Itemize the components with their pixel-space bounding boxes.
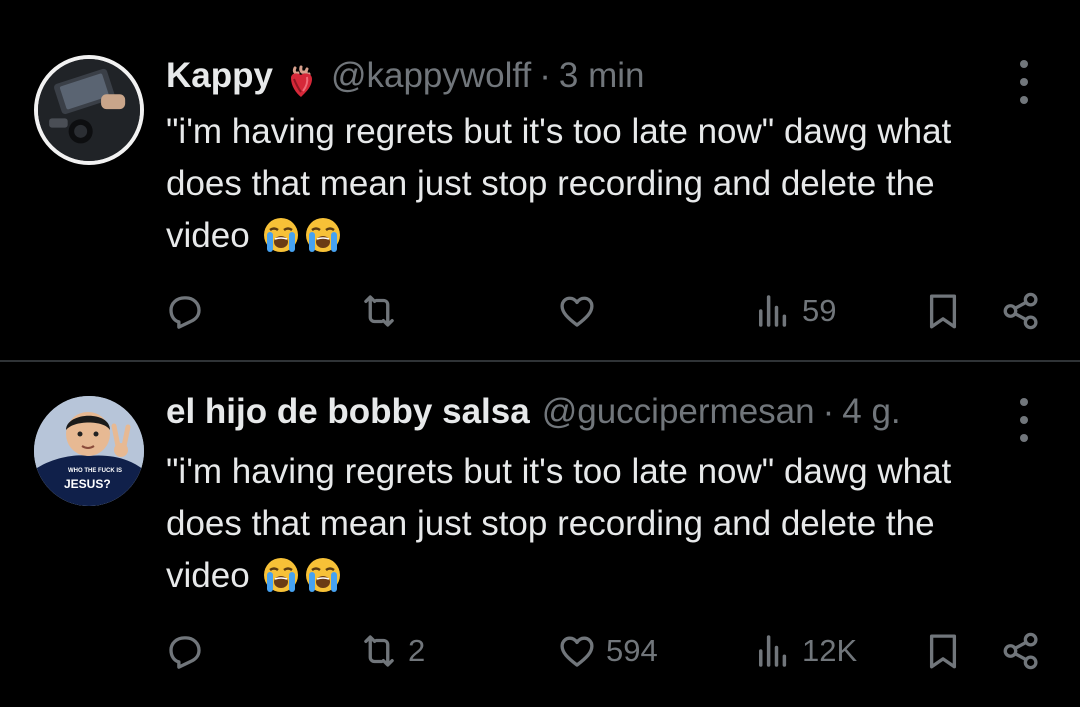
tweet-text: "i'm having regrets but it's too late no… — [166, 106, 986, 262]
separator-dot: · — [822, 392, 835, 431]
view-count: 12K — [802, 633, 858, 668]
repost-button[interactable] — [358, 286, 408, 336]
tweet[interactable]: WHO THE FUCK IS JESUS? el hijo de bobby … — [0, 362, 1080, 707]
tweet-header: Kappy @kappywolff · 3 min — [166, 56, 644, 108]
share-button[interactable] — [1000, 626, 1042, 676]
like-button[interactable]: 594 — [556, 626, 658, 676]
views-icon — [759, 635, 787, 667]
more-options-icon[interactable] — [1010, 398, 1038, 442]
separator-dot: · — [539, 56, 551, 95]
view-count: 59 — [802, 293, 837, 328]
views-button[interactable]: 59 — [752, 286, 836, 336]
anatomical-heart-emoji — [290, 65, 312, 97]
repost-icon — [364, 635, 394, 667]
tweet-actions: 2 594 12K — [0, 626, 1080, 676]
avatar-photo: WHO THE FUCK IS JESUS? — [34, 396, 144, 506]
views-icon — [759, 295, 787, 327]
loudly-crying-face-emoji — [306, 558, 341, 592]
share-icon — [1003, 292, 1038, 330]
reply-button[interactable] — [164, 286, 214, 336]
heart-icon — [560, 296, 594, 327]
more-options-icon[interactable] — [1010, 60, 1038, 104]
avatar-photo — [38, 59, 140, 161]
avatar[interactable] — [34, 55, 144, 165]
avatar-shirt-text: JESUS? — [64, 477, 111, 491]
like-button[interactable] — [556, 286, 606, 336]
repost-icon — [364, 295, 394, 327]
display-name[interactable]: el hijo de bobby salsa — [166, 392, 530, 432]
tweet[interactable]: Kappy @kappywolff · 3 min "i'm having re… — [0, 0, 1080, 360]
bookmark-button[interactable] — [922, 626, 964, 676]
loudly-crying-face-emoji — [306, 218, 341, 252]
user-handle[interactable]: @guccipermesan — [542, 392, 815, 432]
share-icon — [1003, 632, 1038, 670]
user-handle[interactable]: @kappywolff — [331, 56, 531, 96]
repost-count: 2 — [408, 633, 426, 668]
like-count: 594 — [606, 633, 658, 668]
bookmark-icon — [929, 634, 957, 669]
bookmark-button[interactable] — [922, 286, 964, 336]
tweet-header: el hijo de bobby salsa @guccipermesan · … — [166, 392, 901, 444]
tweet-text: "i'm having regrets but it's too late no… — [166, 446, 986, 602]
timestamp[interactable]: 4 g. — [842, 392, 900, 432]
tweet-actions: 59 — [0, 286, 1080, 336]
timeline-feed: Kappy @kappywolff · 3 min "i'm having re… — [0, 0, 1080, 707]
loudly-crying-face-emoji — [264, 558, 299, 592]
bookmark-icon — [929, 294, 957, 329]
timestamp[interactable]: 3 min — [559, 56, 645, 96]
display-name[interactable]: Kappy — [166, 56, 273, 96]
avatar[interactable]: WHO THE FUCK IS JESUS? — [34, 396, 144, 506]
reply-button[interactable] — [164, 626, 214, 676]
reply-icon — [169, 296, 201, 329]
views-button[interactable]: 12K — [752, 626, 857, 676]
loudly-crying-face-emoji — [264, 218, 299, 252]
repost-button[interactable]: 2 — [358, 626, 425, 676]
share-button[interactable] — [1000, 286, 1042, 336]
avatar-shirt-text-top: WHO THE FUCK IS — [68, 468, 122, 474]
reply-icon — [169, 636, 201, 669]
heart-icon — [560, 636, 594, 667]
